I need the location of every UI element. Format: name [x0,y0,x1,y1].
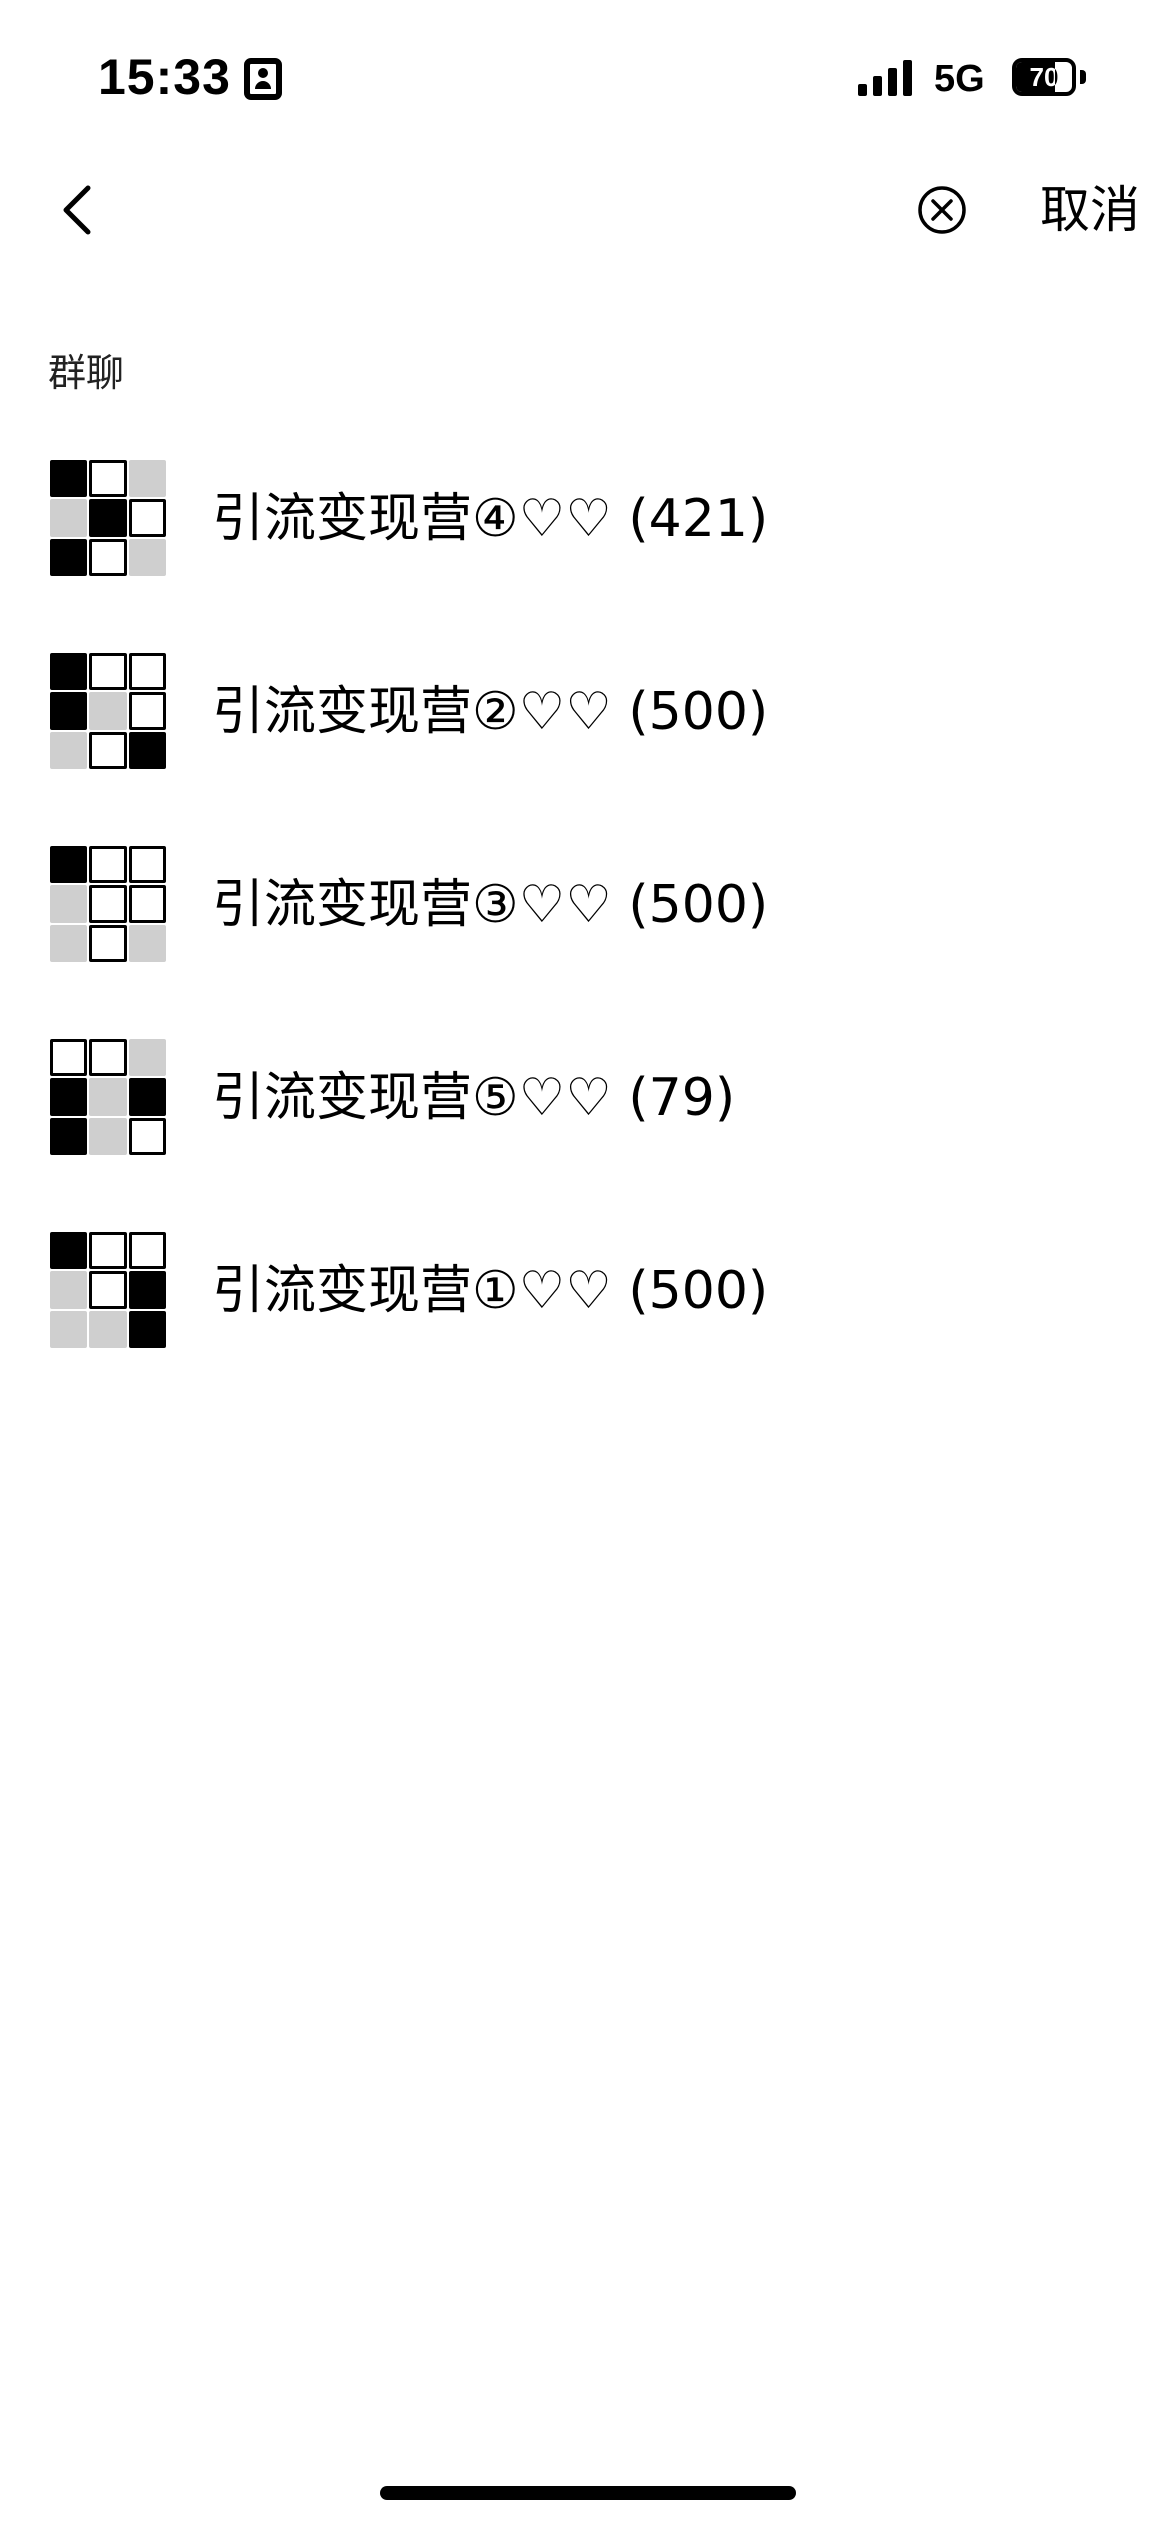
group-item[interactable]: 引流变现营③♡♡ (500) [0,838,1170,1031]
group-avatar [50,846,166,962]
search-input[interactable] [160,182,860,242]
group-item[interactable]: 引流变现营⑤♡♡ (79) [0,1031,1170,1224]
group-item[interactable]: 引流变现营②♡♡ (500) [0,645,1170,838]
screen: 15:33 5G 70 取消 群聊 引流变现营④♡♡ (421) 引流变现营②♡… [0,0,1170,2532]
group-name: 引流变现营①♡♡ (500) [212,1261,769,1321]
group-item[interactable]: 引流变现营④♡♡ (421) [0,452,1170,645]
group-avatar [50,653,166,769]
group-name: 引流变现营⑤♡♡ (79) [212,1068,736,1128]
group-list: 引流变现营④♡♡ (421) 引流变现营②♡♡ (500) 引流变现营③♡♡ (… [0,452,1170,1417]
battery-icon: 70 [1012,58,1076,96]
clear-icon[interactable] [914,182,970,238]
group-name: 引流变现营②♡♡ (500) [212,682,769,742]
home-indicator[interactable] [380,2486,796,2500]
cancel-button[interactable]: 取消 [1040,180,1160,240]
group-avatar [50,1039,166,1155]
group-name: 引流变现营④♡♡ (421) [212,489,769,549]
group-avatar [50,1232,166,1348]
status-bar: 15:33 5G 70 [0,0,1170,150]
battery-tip [1080,70,1086,84]
battery-level: 70 [1029,62,1059,92]
group-item[interactable]: 引流变现营①♡♡ (500) [0,1224,1170,1417]
group-name: 引流变现营③♡♡ (500) [212,875,769,935]
status-time: 15:33 [98,49,231,105]
section-title-group-chats: 群聊 [48,351,125,395]
signal-icon [858,60,918,96]
network-label: 5G [934,58,985,100]
group-avatar [50,460,166,576]
back-icon[interactable] [50,180,110,240]
search-bar: 取消 [0,160,1170,260]
lock-icon [244,58,282,100]
